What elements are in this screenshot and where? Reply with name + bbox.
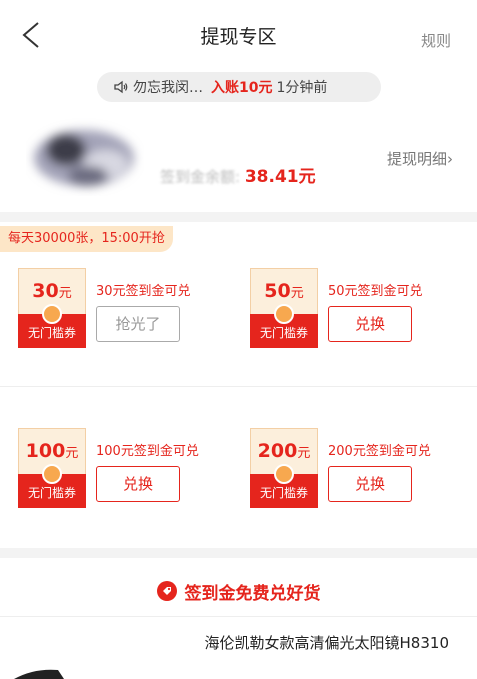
coupon-seal <box>42 464 62 484</box>
row-divider <box>0 616 477 617</box>
coupon-desc: 30元签到金可兑 <box>96 284 191 299</box>
goods-section-title: 签到金免费兑好货 <box>184 583 321 604</box>
section-divider <box>0 212 477 222</box>
coupon-50: 50元 无门槛券 50元签到金可兑 兑换 <box>250 268 477 348</box>
section-divider <box>0 548 477 558</box>
coupon-seal <box>274 304 294 324</box>
notice-amount: 入账10元 <box>211 80 273 96</box>
sold-out-button[interactable]: 抢光了 <box>96 306 180 342</box>
coupon-amount-value: 200 <box>257 440 298 462</box>
balance-value: 38.41元 <box>244 167 316 187</box>
avatar <box>34 130 134 186</box>
withdraw-detail-link[interactable]: 提现明细› <box>387 148 453 169</box>
coupon-card: 50元 无门槛券 <box>250 268 318 348</box>
redeem-button[interactable]: 兑换 <box>328 466 412 502</box>
coupon-desc: 100元签到金可兑 <box>96 444 199 459</box>
rules-link[interactable]: 规则 <box>421 30 451 51</box>
coupon-100: 100元 无门槛券 100元签到金可兑 兑换 <box>18 428 248 508</box>
tag-icon <box>156 581 177 601</box>
balance-row: 签到金余额: 38.41元 <box>160 162 316 187</box>
coupon-amount-unit: 元 <box>65 446 79 461</box>
coupon-200: 200元 无门槛券 200元签到金可兑 兑换 <box>250 428 477 508</box>
withdraw-detail-label: 提现明细 <box>386 150 447 168</box>
product-image[interactable] <box>14 668 74 679</box>
coupon-desc: 200元签到金可兑 <box>328 444 431 459</box>
notice-time: 1分钟前 <box>276 80 328 96</box>
page-title: 提现专区 <box>200 26 277 48</box>
coupon-amount-value: 30 <box>32 280 59 302</box>
promo-notice: 每天30000张，15:00开抢 <box>0 226 173 252</box>
withdraw-notice: 勿忘我闵… 入账10元 1分钟前 <box>97 72 381 102</box>
row-divider <box>0 386 477 387</box>
coupon-amount-unit: 元 <box>290 286 304 301</box>
product-title[interactable]: 海伦凯勒女款高清偏光太阳镜H8310 <box>205 632 449 653</box>
goods-section-header: 签到金免费兑好货 <box>0 566 477 616</box>
notice-user: 勿忘我闵… <box>133 80 203 96</box>
coupon-desc: 50元签到金可兑 <box>328 284 423 299</box>
header: 提现专区 规则 <box>0 0 477 72</box>
coupon-amount-value: 100 <box>25 440 66 462</box>
coupon-seal <box>274 464 294 484</box>
chevron-right-icon: › <box>447 150 453 168</box>
coupon-card: 200元 无门槛券 <box>250 428 318 508</box>
coupon-amount-value: 50 <box>264 280 291 302</box>
coupon-amount-unit: 元 <box>297 446 311 461</box>
coupon-card: 100元 无门槛券 <box>18 428 86 508</box>
coupon-card: 30元 无门槛券 <box>18 268 86 348</box>
speaker-icon <box>114 80 128 94</box>
coupon-seal <box>42 304 62 324</box>
coupon-30: 30元 无门槛券 30元签到金可兑 抢光了 <box>18 268 248 348</box>
redeem-button[interactable]: 兑换 <box>328 306 412 342</box>
balance-label: 签到金余额: <box>160 168 241 186</box>
redeem-button[interactable]: 兑换 <box>96 466 180 502</box>
coupon-amount-unit: 元 <box>58 286 72 301</box>
